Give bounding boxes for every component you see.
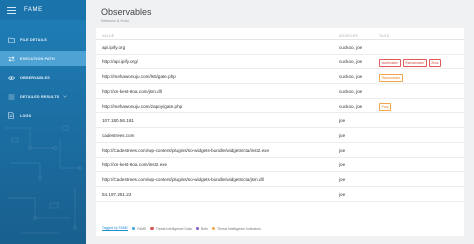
observable-value: http://mehawonuju.com/ls5/gate.php bbox=[102, 74, 176, 80]
tag-badge[interactable]: downloader bbox=[379, 59, 401, 67]
legend-tagged-link[interactable]: Tagged by FAME bbox=[102, 226, 128, 231]
sidebar-item-detailed-results[interactable]: DETAILED RESULTS bbox=[0, 89, 86, 104]
app-name: FAME bbox=[24, 7, 43, 13]
circuit-background-decoration bbox=[5, 125, 82, 234]
column-header-tags: TAGS bbox=[379, 34, 390, 38]
folder-icon bbox=[7, 36, 15, 44]
observable-sources: cuckoo, joe bbox=[339, 88, 363, 94]
sidebar-item-execution-path[interactable]: EXECUTION PATH bbox=[0, 51, 86, 66]
sidebar-item-label: DETAILED RESULTS bbox=[20, 94, 60, 99]
table-row[interactable]: http://api.ipify.org/cuckoo, joe download… bbox=[96, 55, 464, 70]
sidebar-item-label: OBSERVABLES bbox=[20, 75, 50, 80]
table-row[interactable]: http://xn-kest-8oa.com/inst2.exe joe bbox=[96, 158, 464, 173]
observable-value: http://xn-kest-8oa.com/inst2.exe bbox=[102, 162, 168, 168]
legend-label: FAME bbox=[137, 226, 147, 231]
sidebar-item-file-details[interactable]: FILE DETAILS bbox=[0, 32, 86, 47]
sidebar: FAME FILE DETAILS EXECUTION PATH OBSERVA… bbox=[0, 0, 86, 244]
table-row[interactable]: api.ipify.org cuckoo, joe bbox=[96, 40, 464, 55]
observable-sources: joe bbox=[339, 132, 346, 138]
observable-sources: joe bbox=[339, 162, 346, 168]
table-header: VALUE SOURCES TAGS bbox=[96, 32, 464, 40]
legend-item: Threat Intelligence Data bbox=[150, 226, 192, 231]
legend-label: Threat Intelligence Data bbox=[155, 226, 192, 231]
tag-badge[interactable]: Zeus bbox=[428, 59, 441, 67]
sidebar-item-observables[interactable]: OBSERVABLES bbox=[0, 70, 86, 85]
chevron-down-icon bbox=[63, 94, 68, 99]
menu-toggle-icon[interactable] bbox=[6, 6, 17, 15]
table-row[interactable]: http://mehawonuju.com/zapoy/gate.php cuck… bbox=[96, 99, 464, 114]
observable-sources: cuckoo, joe bbox=[339, 74, 363, 80]
observable-value: http://Cadestrees.com/wp-content/plugins… bbox=[102, 177, 264, 183]
column-header-sources: SOURCES bbox=[339, 34, 358, 38]
list-icon bbox=[7, 93, 15, 101]
exchange-icon bbox=[7, 55, 15, 63]
observables-card: VALUE SOURCES TAGS api.ipify.org cuckoo, … bbox=[96, 28, 464, 236]
legend-dot-icon bbox=[195, 226, 200, 231]
legend-item: Threat Intelligence Indicators bbox=[211, 226, 261, 231]
observable-value: http://mehawonuju.com/zapoy/gate.php bbox=[102, 103, 183, 109]
eye-icon bbox=[7, 74, 15, 82]
observable-value: api.ipify.org bbox=[102, 44, 126, 50]
observable-sources: cuckoo, joe bbox=[339, 59, 363, 65]
page-subtitle: Network & Host bbox=[101, 18, 129, 23]
tag-list: Pony bbox=[379, 103, 392, 111]
app-header: FAME bbox=[0, 0, 86, 20]
sidebar-item-label: LOGS bbox=[20, 113, 32, 118]
observable-value: 107.180.56.181 bbox=[102, 118, 134, 124]
table-row[interactable]: http://Cadestrees.com/wp-content/plugins… bbox=[96, 172, 464, 187]
observable-value: cadestrees.com bbox=[102, 132, 135, 138]
observable-sources: cuckoo, joe bbox=[339, 103, 363, 109]
main-content: Observables Network & Host VALUE SOURCES… bbox=[86, 0, 474, 244]
table-row[interactable]: cadestrees.com joe bbox=[96, 128, 464, 143]
table-row[interactable]: http://xn-kest-8oa.com/jsm.dll cuckoo, jo… bbox=[96, 84, 464, 99]
legend-item: FAME bbox=[131, 226, 147, 231]
table-row[interactable]: http://mehawonuju.com/ls5/gate.php cuckoo… bbox=[96, 69, 464, 85]
legend-dot-icon bbox=[211, 226, 216, 231]
observable-value: 54.197.251.22 bbox=[102, 191, 132, 197]
observable-value: http://Cadestrees.com/wp-content/plugins… bbox=[102, 147, 269, 153]
legend-dot-icon bbox=[150, 226, 154, 231]
table-row[interactable]: 107.180.56.181 joe bbox=[96, 114, 464, 129]
tag-badge[interactable]: Pony bbox=[379, 103, 392, 111]
legend: Tagged by FAME FAME Threat Intelligence D… bbox=[102, 226, 265, 231]
legend-dot-icon bbox=[131, 226, 136, 231]
legend-items: FAME Threat Intelligence Data Both Threat I… bbox=[131, 226, 265, 231]
tag-list: Ransomware bbox=[379, 73, 403, 82]
observable-sources: joe bbox=[339, 191, 346, 197]
table-row[interactable]: 54.197.251.22 joe bbox=[96, 187, 464, 202]
tag-badge[interactable]: Ransomware bbox=[402, 59, 427, 67]
observable-value: http://xn-kest-8oa.com/jsm.dll bbox=[102, 88, 162, 94]
page-title: Observables bbox=[101, 7, 152, 17]
observable-value: http://api.ipify.org/ bbox=[102, 59, 138, 65]
observable-sources: joe bbox=[339, 147, 346, 153]
sidebar-nav: FILE DETAILS EXECUTION PATH OBSERVABLES … bbox=[0, 32, 86, 123]
table-row[interactable]: http://Cadestrees.com/wp-content/plugins… bbox=[96, 143, 464, 158]
tag-badge[interactable]: Ransomware bbox=[379, 73, 403, 82]
legend-label: Threat Intelligence Indicators bbox=[217, 226, 261, 231]
sidebar-item-label: EXECUTION PATH bbox=[20, 56, 55, 61]
observable-sources: joe bbox=[339, 177, 346, 183]
tag-list: downloader Ransomware Zeus bbox=[379, 59, 441, 67]
sidebar-item-label: FILE DETAILS bbox=[20, 37, 47, 42]
legend-item: Both bbox=[195, 226, 208, 231]
observable-sources: cuckoo, joe bbox=[339, 44, 363, 50]
legend-label: Both bbox=[200, 226, 208, 231]
observable-sources: joe bbox=[339, 118, 346, 124]
column-header-value: VALUE bbox=[102, 34, 115, 38]
